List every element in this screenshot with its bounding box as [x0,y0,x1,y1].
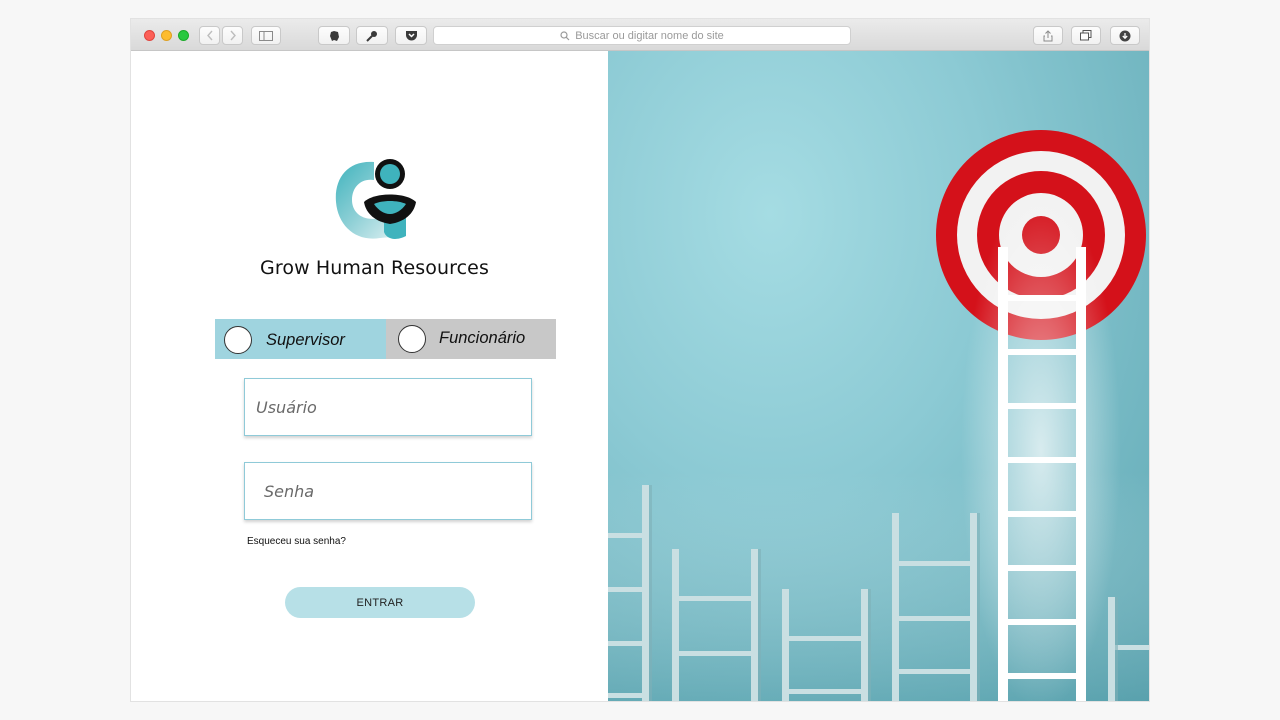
back-button[interactable] [199,26,220,45]
role-option-supervisor[interactable]: Supervisor [215,319,386,359]
pocket-icon [405,31,417,41]
role-option-funcionario[interactable]: Funcionário [386,319,556,359]
downloads-button[interactable] [1110,26,1140,45]
zoom-window-button[interactable] [178,30,189,41]
address-bar[interactable]: Buscar ou digitar nome do site [433,26,851,45]
forward-button[interactable] [222,26,243,45]
evernote-icon [329,30,339,41]
sidebar-button[interactable] [251,26,281,45]
login-submit-button[interactable]: ENTRAR [285,587,475,618]
login-panel: Grow Human Resources Supervisor Funcioná… [131,51,606,701]
supervisor-radio[interactable] [224,326,252,354]
close-window-button[interactable] [144,30,155,41]
back-icon [206,30,213,41]
address-placeholder: Buscar ou digitar nome do site [575,29,724,42]
tabs-overview-button[interactable] [1071,26,1101,45]
grow-logo-icon [335,159,416,239]
funcionario-radio[interactable] [398,325,426,353]
brand-title: Grow Human Resources [260,257,489,279]
password-input[interactable] [244,462,532,520]
sidebar-icon [259,30,273,41]
forward-icon [229,30,236,41]
role-selector: Supervisor Funcionário [215,319,556,359]
download-icon [1119,30,1131,41]
pocket-extension-button[interactable] [395,26,427,45]
share-button[interactable] [1033,26,1063,45]
password-extension-button[interactable] [356,26,388,45]
supervisor-label: Supervisor [266,331,345,349]
minimize-window-button[interactable] [161,30,172,41]
username-input[interactable] [244,378,532,436]
tabs-icon [1080,30,1092,41]
evernote-extension-button[interactable] [318,26,350,45]
share-icon [1043,29,1053,41]
password-key-icon [366,30,377,42]
browser-toolbar: Buscar ou digitar nome do site [131,19,1149,51]
browser-window: Buscar ou digitar nome do site Grow Huma… [131,19,1149,701]
forgot-password-link[interactable]: Esqueceu sua senha? [247,536,346,547]
target-ladder-illustration [608,130,1149,701]
funcionario-label: Funcionário [439,329,526,347]
search-icon [560,30,570,40]
hero-image [608,51,1149,701]
